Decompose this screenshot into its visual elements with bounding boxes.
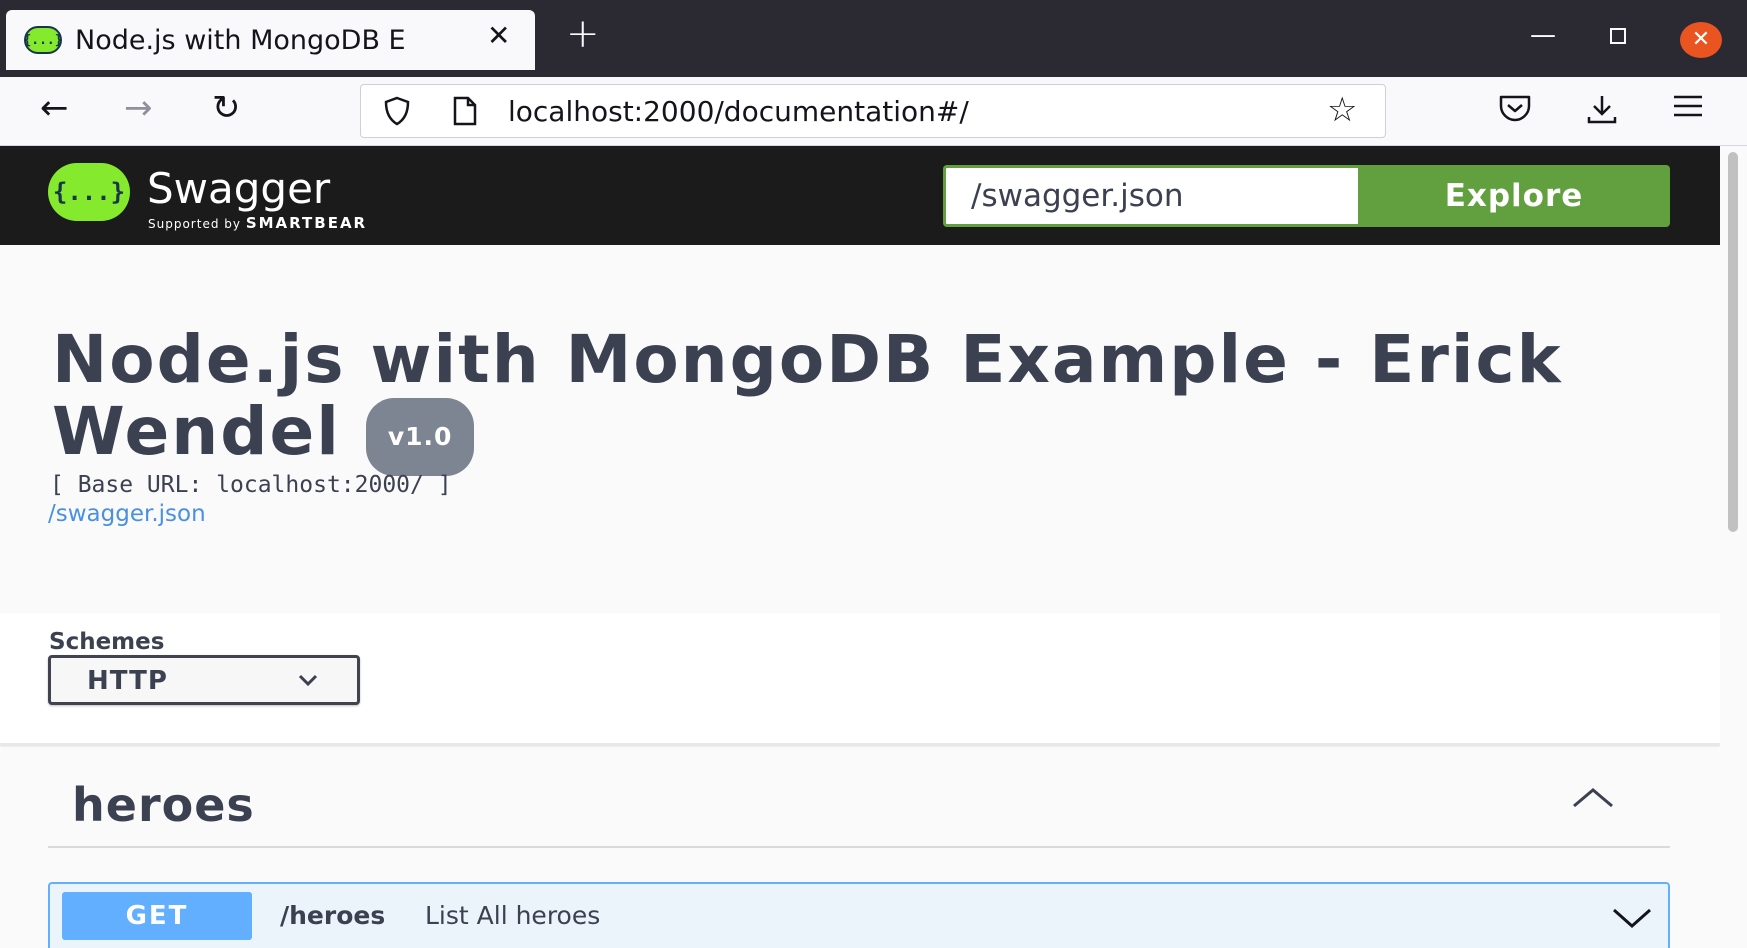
hamburger-menu-icon[interactable] — [1672, 93, 1704, 125]
chevron-down-icon — [297, 668, 319, 692]
operation-summary[interactable]: List All heroes — [425, 901, 600, 930]
scrollbar-thumb[interactable] — [1728, 152, 1738, 532]
minimize-window-icon[interactable]: — — [1530, 22, 1556, 48]
arrow-left-icon[interactable]: ← — [40, 91, 69, 125]
browser-tab[interactable]: {...} Node.js with MongoDB E ✕ — [6, 10, 535, 70]
operation-path[interactable]: /heroes — [280, 901, 385, 930]
supported-by-text: Supported by — [148, 217, 241, 231]
close-window-button[interactable]: ✕ — [1680, 22, 1722, 58]
explore-button[interactable]: Explore — [1358, 165, 1670, 227]
reload-icon[interactable]: ↻ — [212, 91, 241, 125]
page-icon[interactable] — [451, 95, 479, 127]
tag-section-heroes[interactable]: heroes — [48, 766, 1670, 848]
schemes-section: Schemes HTTP — [0, 613, 1720, 745]
base-url: [ Base URL: localhost:2000/ ] — [50, 472, 452, 498]
schemes-label: Schemes — [49, 629, 165, 655]
spec-link[interactable]: /swagger.json — [48, 501, 206, 527]
method-badge[interactable]: GET — [62, 892, 252, 940]
swagger-logo-icon[interactable]: {...} — [48, 163, 130, 221]
browser-tab-bar: {...} Node.js with MongoDB E ✕ + — ✕ — [0, 0, 1747, 77]
star-icon[interactable]: ☆ — [1327, 90, 1357, 130]
operation-get-heroes[interactable]: GET /heroes List All heroes — [48, 882, 1670, 948]
api-title-text: Node.js with MongoDB Example - Erick Wen… — [52, 321, 1563, 470]
new-tab-button[interactable]: + — [566, 14, 600, 54]
swagger-topbar: {...} Swagger Supported by SMARTBEAR Exp… — [0, 146, 1720, 245]
api-title: Node.js with MongoDB Example - Erick Wen… — [52, 321, 1692, 476]
spec-url-input[interactable] — [943, 165, 1361, 227]
arrow-right-icon[interactable]: → — [124, 91, 153, 125]
chevron-up-icon[interactable] — [1568, 778, 1618, 818]
restore-window-icon[interactable] — [1610, 28, 1626, 44]
pocket-icon[interactable] — [1498, 93, 1532, 129]
page-viewport: {...} Swagger Supported by SMARTBEAR Exp… — [0, 146, 1720, 948]
tab-title: Node.js with MongoDB E — [75, 25, 406, 56]
url-text[interactable]: localhost:2000/documentation#/ — [508, 95, 969, 128]
download-icon[interactable] — [1585, 93, 1619, 131]
swagger-logo-subtitle: Supported by SMARTBEAR — [148, 214, 367, 232]
browser-navigation-bar: ← → ↻ localhost:2000/documentation#/ ☆ — [0, 77, 1747, 146]
swagger-favicon-icon: {...} — [23, 26, 63, 54]
smartbear-text: SMARTBEAR — [245, 214, 368, 232]
page-scrollbar[interactable] — [1720, 146, 1747, 948]
chevron-down-icon[interactable] — [1610, 904, 1654, 932]
swagger-logo-text[interactable]: Swagger — [147, 164, 330, 213]
tag-name[interactable]: heroes — [72, 778, 255, 832]
schemes-selected-value: HTTP — [87, 666, 168, 696]
version-badge: v1.0 — [365, 398, 475, 476]
close-tab-icon[interactable]: ✕ — [487, 22, 510, 50]
shield-icon[interactable] — [381, 95, 413, 127]
schemes-select[interactable]: HTTP — [48, 655, 360, 705]
address-bar[interactable]: localhost:2000/documentation#/ ☆ — [360, 84, 1386, 138]
